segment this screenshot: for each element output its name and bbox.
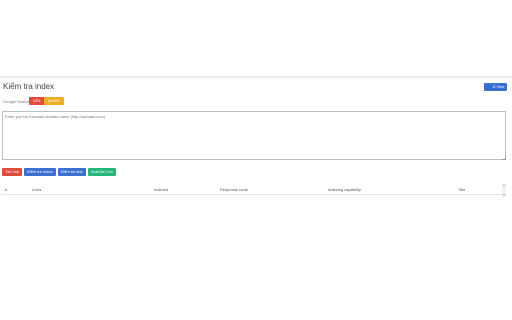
load-link-button[interactable]: Tải Link [2, 168, 23, 176]
column-header-title: Title [458, 187, 466, 192]
column-header-response-code: Response code [220, 187, 248, 192]
table-scrollbar[interactable]: ▲ ▼ [502, 184, 506, 197]
scroll-up-icon[interactable]: ▲ [502, 184, 506, 187]
user-icon: 👤 [486, 84, 492, 89]
textarea-resize-handle[interactable] [502, 156, 506, 160]
column-header-indexing-capability: Indexing capability [328, 187, 361, 192]
scroll-down-icon[interactable]: ▼ [502, 194, 506, 197]
header-divider [0, 76, 512, 80]
table-header: # Links Indexed Response code Indexing c… [2, 184, 502, 195]
check-link-button[interactable]: Kiểm tra link [57, 168, 86, 176]
export-csv-button[interactable]: Xuất file Csv [87, 168, 117, 176]
source-label: Google Search [3, 99, 30, 104]
page-title: Kiểm tra index [3, 82, 55, 91]
column-header-index: # [5, 187, 8, 192]
results-table: # Links Indexed Response code Indexing c… [2, 184, 506, 197]
ip-url-mode-button[interactable]: Ip/URL [44, 97, 65, 105]
url-mode-button[interactable]: URL [29, 97, 46, 105]
account-button[interactable]: 👤 Ủ Hạn [483, 83, 507, 91]
top-header-area [0, 0, 512, 78]
check-index-button[interactable]: Kiểm tra index [24, 168, 56, 176]
column-header-indexed: Indexed [154, 187, 169, 192]
url-input[interactable] [2, 111, 506, 160]
action-buttons: Tải Link Kiểm tra index Kiểm tra link Xu… [2, 168, 117, 176]
account-button-label: Ủ Hạn [492, 84, 504, 89]
column-header-links: Links [32, 187, 42, 192]
